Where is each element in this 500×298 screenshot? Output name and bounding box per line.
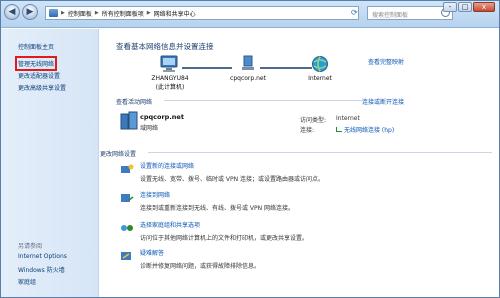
connections-label: 连接: <box>300 127 315 134</box>
connect-disconnect-link[interactable]: 连接或断开连接 <box>362 97 404 106</box>
window-controls: - □ x <box>443 2 495 12</box>
node-internet[interactable]: Internet <box>290 55 350 82</box>
task-connect-desc: 连接到或重新连接到无线、有线、拨号或 VPN 网络连接。 <box>140 205 295 212</box>
access-type-label: 访问类型: <box>300 117 327 124</box>
task-homegroup-link[interactable]: 选择家庭组和共享选项 <box>140 220 308 229</box>
connect-network-icon <box>121 194 134 202</box>
close-button[interactable]: x <box>473 2 495 12</box>
divider <box>164 100 362 101</box>
node-name: cpqcorp.net <box>230 75 266 82</box>
explorer-window: ◀ ▶ ▶ 控制面板 ▶ 所有控制面板项 ▶ 网络和共享中心 ⟳ 搜索控制面板 … <box>0 0 500 298</box>
network-icon <box>242 55 254 70</box>
breadcrumb-separator-icon: ▶ <box>146 10 151 16</box>
task-homegroup: 选择家庭组和共享选项 访问位于其他网络计算机上的文件和打印机，或更改共享设置。 <box>140 220 308 242</box>
see-also-internet-options[interactable]: Internet Options <box>18 253 67 260</box>
task-new-connection: 设置新的连接或网络 设置无线、宽带、拨号、临时或 VPN 连接；或设置路由器或访… <box>140 161 324 183</box>
search-placeholder: 搜索控制面板 <box>372 12 409 19</box>
node-name: ZHANGYU84 <box>151 75 189 82</box>
wireless-connection-name: 无线网络连接 (hp) <box>344 127 395 134</box>
page-title: 查看基本网络信息并设置连接 <box>116 42 214 51</box>
divider <box>148 152 492 153</box>
maximize-button[interactable]: □ <box>458 2 472 12</box>
task-homegroup-desc: 访问位于其他网络计算机上的文件和打印机，或更改共享设置。 <box>140 235 309 242</box>
full-map-link[interactable]: 查看完整映射 <box>368 57 404 66</box>
sidebar: 控制面板主页 管理无线网络 更改适配器设置 更改高级共享设置 另请参阅 Inte… <box>1 29 99 297</box>
network-name: cpqcorp.net <box>140 113 184 121</box>
task-new-connection-link[interactable]: 设置新的连接或网络 <box>140 161 324 170</box>
access-type-value: Internet <box>336 115 360 122</box>
main-content: 查看基本网络信息并设置连接 查看完整映射 ZHANGYU84 (此计算机) cp… <box>100 29 499 297</box>
network-type-link[interactable]: 域网络 <box>140 123 158 132</box>
change-settings-heading: 更改网络设置 <box>100 151 137 158</box>
search-input[interactable]: 搜索控制面板 <box>367 6 453 20</box>
address-bar[interactable]: ▶ 控制面板 ▶ 所有控制面板项 ▶ 网络和共享中心 <box>45 6 359 20</box>
domain-network-icon <box>120 111 138 130</box>
task-connect: 连接到网络 连接到或重新连接到无线、有线、拨号或 VPN 网络连接。 <box>140 190 294 212</box>
task-troubleshoot-link[interactable]: 疑难解答 <box>140 248 260 257</box>
see-also-heading: 另请参阅 <box>18 243 43 250</box>
sidebar-item-adapter-settings[interactable]: 更改适配器设置 <box>18 71 60 80</box>
breadcrumb-all-items[interactable]: 所有控制面板项 <box>102 9 144 18</box>
breadcrumb-separator-icon: ▶ <box>94 10 99 16</box>
task-troubleshoot-desc: 诊断并修复网络问题，或获得故障排除信息。 <box>140 263 261 270</box>
refresh-icon[interactable]: ⟳ <box>351 8 361 18</box>
address-bar-area: ◀ ▶ ▶ 控制面板 ▶ 所有控制面板项 ▶ 网络和共享中心 ⟳ 搜索控制面板 … <box>1 1 499 28</box>
sidebar-item-home[interactable]: 控制面板主页 <box>18 42 54 51</box>
homegroup-icon <box>121 225 133 231</box>
computer-icon <box>160 55 178 72</box>
breadcrumb-control-panel[interactable]: 控制面板 <box>68 9 92 18</box>
globe-icon <box>312 56 328 72</box>
see-also-firewall[interactable]: Windows 防火墙 <box>18 265 65 274</box>
sidebar-item-manage-wireless[interactable]: 管理无线网络 <box>14 56 58 71</box>
node-sub: (此计算机) <box>155 84 185 91</box>
sidebar-item-advanced-sharing[interactable]: 更改高级共享设置 <box>18 83 66 92</box>
node-this-computer[interactable]: ZHANGYU84 (此计算机) <box>140 55 200 91</box>
node-name: Internet <box>308 75 332 82</box>
task-troubleshoot: 疑难解答 诊断并修复网络问题，或获得故障排除信息。 <box>140 248 260 270</box>
breadcrumb-separator-icon: ▶ <box>61 10 65 16</box>
signal-bars-icon <box>336 127 342 132</box>
new-connection-icon <box>121 164 134 173</box>
breadcrumb-network-center[interactable]: 网络和共享中心 <box>154 9 196 18</box>
task-connect-link[interactable]: 连接到网络 <box>140 190 294 199</box>
back-button[interactable]: ◀ <box>4 4 20 20</box>
forward-button[interactable]: ▶ <box>22 4 38 20</box>
see-also-homegroup[interactable]: 家庭组 <box>18 277 36 286</box>
task-new-connection-desc: 设置无线、宽带、拨号、临时或 VPN 连接；或设置路由器或访问点。 <box>140 176 325 183</box>
troubleshoot-icon <box>121 252 131 260</box>
control-panel-icon <box>49 9 58 17</box>
wireless-connection-link[interactable]: 无线网络连接 (hp) <box>336 125 394 134</box>
minimize-button[interactable]: - <box>443 2 457 12</box>
active-networks-heading: 查看活动网络 <box>116 99 153 106</box>
